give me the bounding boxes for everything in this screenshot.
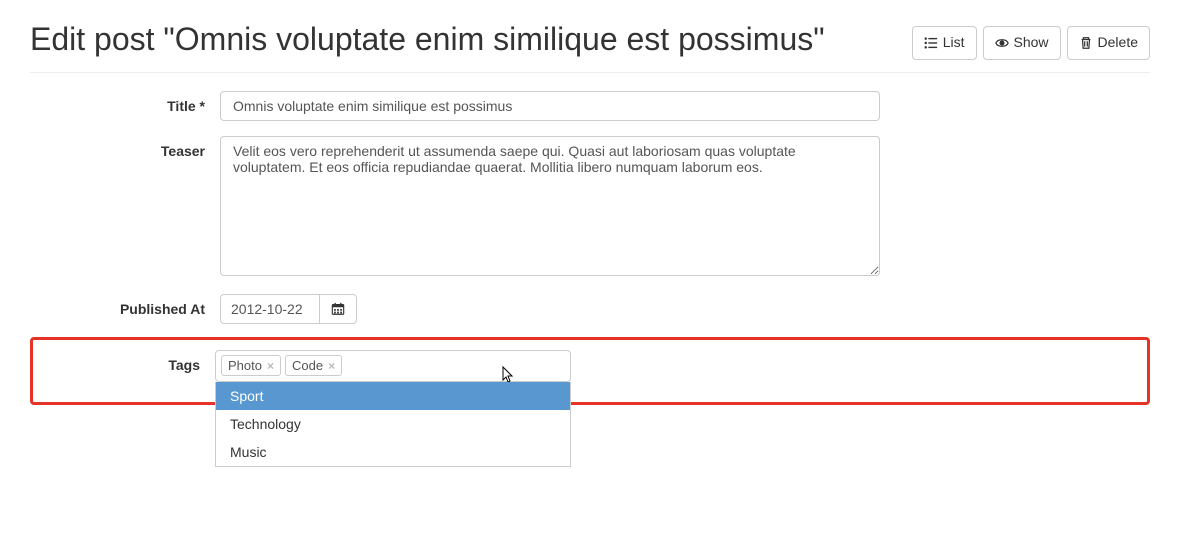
delete-button[interactable]: Delete xyxy=(1067,26,1150,60)
tag-chip-label: Code xyxy=(292,358,323,373)
title-input[interactable] xyxy=(220,91,880,121)
page-title: Edit post "Omnis voluptate enim similiqu… xyxy=(30,20,825,58)
tag-remove-icon[interactable]: × xyxy=(328,359,335,373)
trash-icon xyxy=(1079,36,1093,50)
tags-dropdown-item[interactable]: Technology xyxy=(216,410,570,438)
tag-chip-label: Photo xyxy=(228,358,262,373)
tags-input[interactable]: Photo × Code × xyxy=(215,350,571,382)
teaser-label: Teaser xyxy=(30,136,220,159)
show-button-label: Show xyxy=(1014,33,1049,53)
tags-dropdown-item[interactable]: Music xyxy=(216,438,570,466)
eye-icon xyxy=(995,36,1009,50)
tag-remove-icon[interactable]: × xyxy=(267,359,274,373)
tags-highlight-box: Tags Photo×Code× SportTechnologyMusic xyxy=(30,337,1150,405)
date-picker-button[interactable] xyxy=(320,294,357,324)
delete-button-label: Delete xyxy=(1098,33,1138,53)
tags-dropdown: SportTechnologyMusic xyxy=(215,382,571,467)
published-at-input[interactable] xyxy=(220,294,320,324)
list-icon xyxy=(924,36,938,50)
published-at-label: Published At xyxy=(30,294,220,317)
calendar-icon xyxy=(331,302,345,316)
divider xyxy=(30,72,1150,73)
tags-dropdown-item[interactable]: Sport xyxy=(216,382,570,410)
title-label: Title * xyxy=(30,91,220,114)
teaser-textarea[interactable] xyxy=(220,136,880,276)
tags-label: Tags xyxy=(41,350,215,373)
tag-chip: Photo × xyxy=(221,355,281,376)
show-button[interactable]: Show xyxy=(983,26,1061,60)
list-button-label: List xyxy=(943,33,965,53)
list-button[interactable]: List xyxy=(912,26,977,60)
tag-chip: Code × xyxy=(285,355,342,376)
action-buttons: List Show Delete xyxy=(912,26,1150,60)
